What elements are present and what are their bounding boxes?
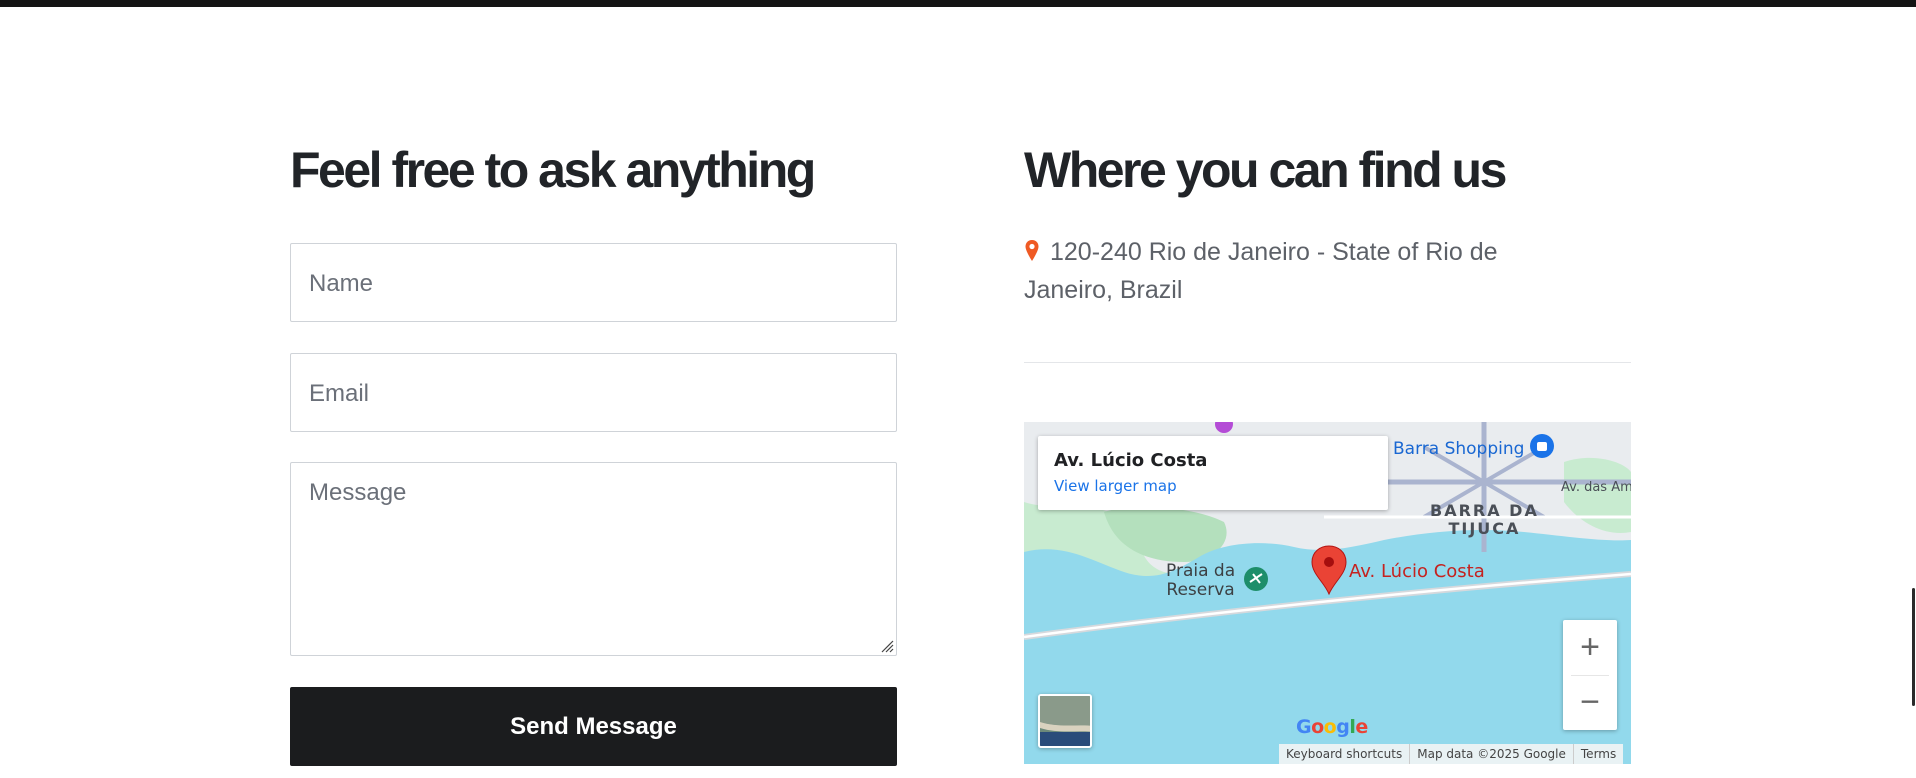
map-label-praia-da-reserva[interactable]: Praia da Reserva [1166,562,1235,600]
location-heading: Where you can find us [1024,142,1507,198]
contact-heading: Feel free to ask anything [290,142,816,198]
google-logo: Google [1296,716,1368,738]
map-label-barra-shopping[interactable]: Barra Shopping [1393,439,1524,459]
map-label-line: BARRA DA [1430,501,1539,520]
address-text: 120-240 Rio de Janeiro - State of Rio de… [1024,238,1498,304]
email-input[interactable]: Email [290,353,897,432]
message-textarea[interactable]: Message [290,462,897,656]
message-placeholder: Message [309,479,407,506]
view-larger-map-link[interactable]: View larger map [1054,477,1372,495]
place-info-card: Av. Lúcio Costa View larger map [1038,436,1388,510]
scrollbar-thumb[interactable] [1912,588,1915,706]
zoom-controls: + − [1563,620,1617,730]
zoom-in-button[interactable]: + [1563,620,1617,675]
google-map[interactable]: Av. Lúcio Costa View larger map Barra Sh… [1024,422,1631,764]
map-footer: Keyboard shortcuts Map data ©2025 Google… [1279,744,1624,764]
divider [1024,362,1631,363]
top-bar [0,0,1916,7]
place-title: Av. Lúcio Costa [1054,450,1208,471]
resize-grip-icon[interactable] [878,637,894,653]
keyboard-shortcuts-link[interactable]: Keyboard shortcuts [1279,744,1410,764]
map-label-barra-da-tijuca: BARRA DA TIJUCA [1430,502,1539,538]
map-label-line: Praia da [1166,561,1236,581]
terms-link[interactable]: Terms [1572,744,1624,764]
email-placeholder: Email [309,380,370,407]
map-label-avenue: Av. das Am [1561,480,1631,495]
map-label-line: Reserva [1166,580,1235,600]
map-label-line: TIJUCA [1448,519,1521,538]
contact-form-section: Feel free to ask anything Name Email Mes… [290,140,897,766]
name-input[interactable]: Name [290,243,897,322]
map-layer-toggle[interactable] [1038,694,1092,748]
map-data-attribution: Map data ©2025 Google [1409,744,1573,764]
map-label-marker[interactable]: Av. Lúcio Costa [1349,561,1485,582]
map-marker-icon [1025,240,1039,261]
satellite-thumbnail-icon [1040,696,1090,746]
send-message-button[interactable]: Send Message [290,687,897,766]
address: 120-240 Rio de Janeiro - State of Rio de… [1024,233,1544,309]
location-section: Where you can find us 120-240 Rio de Jan… [1024,140,1631,764]
name-placeholder: Name [309,270,374,297]
zoom-out-button[interactable]: − [1563,675,1617,730]
